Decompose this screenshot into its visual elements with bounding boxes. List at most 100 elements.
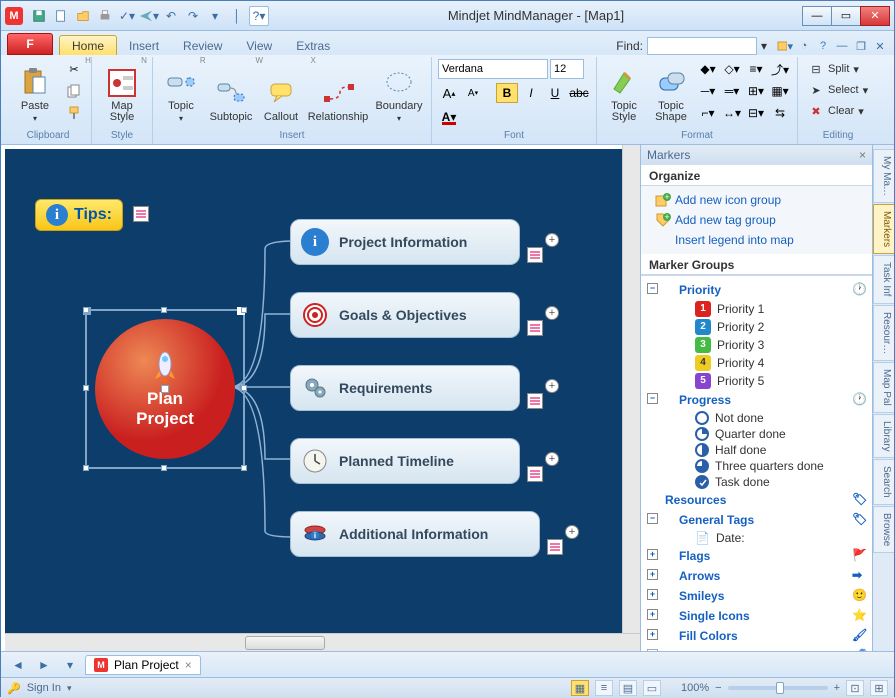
group-smileys[interactable]: +Smileys🙂 [645,586,868,606]
split-button[interactable]: ⊟Split ▾ [804,59,872,79]
nav-fwd-button[interactable]: ► [33,655,55,675]
topic-project-info[interactable]: i Project Information [290,219,520,265]
font-color-button[interactable]: A▾ [438,107,460,127]
undo-icon[interactable]: ↶ [161,6,181,26]
handle-se[interactable] [241,465,247,471]
boundary-button[interactable]: Boundary▾ [373,59,425,125]
sidetab-markers[interactable]: Markers [873,204,894,254]
sidetab-mapparts[interactable]: Map Pal [873,362,894,413]
bold-button[interactable]: B [496,83,518,103]
select-button[interactable]: ➤Select ▾ [804,80,872,100]
close-button[interactable]: ✕ [860,6,890,26]
signin-link[interactable]: Sign In [27,682,61,694]
sidetab-library[interactable]: Library [873,414,894,459]
minimize-button[interactable]: — [802,6,832,26]
size-icon[interactable]: ↔▾ [721,103,743,123]
expand-button[interactable]: + [545,379,559,393]
growth-icon[interactable]: ⤴▾ [769,59,791,79]
align-left-icon[interactable]: ≡▾ [745,59,767,79]
callout-button[interactable]: Callout [259,59,303,125]
expand-button[interactable]: + [545,233,559,247]
group-progress[interactable]: −Progress🕐 [645,390,868,410]
priority-2[interactable]: 2Priority 2 [645,318,868,336]
expand-icon[interactable]: + [647,589,658,600]
priority-1[interactable]: 1Priority 1 [645,300,868,318]
strike-button[interactable]: abc [568,83,590,103]
font-name-select[interactable] [438,59,548,79]
note-icon[interactable] [133,206,149,222]
save-icon[interactable] [29,6,49,26]
file-tab[interactable]: F [7,33,53,55]
insert-legend-link[interactable]: Insert legend into map [649,230,864,250]
doc-close-icon[interactable]: × [185,658,192,672]
vertical-scrollbar[interactable] [622,145,640,633]
fill-color-icon[interactable]: ◆▾ [697,59,719,79]
group-general[interactable]: −General Tags🏷 [645,510,868,530]
progress-0[interactable]: Not done [645,410,868,426]
sidetab-browse[interactable]: Browse [873,506,894,553]
note-icon[interactable] [527,393,543,409]
sidetab-task[interactable]: Task Inf [873,255,894,303]
help-icon[interactable]: ?▾ [249,6,269,26]
collapse-icon[interactable]: − [647,283,658,294]
scroll-thumb[interactable] [245,636,325,650]
tab-home[interactable]: HomeH [59,35,117,55]
note-icon[interactable] [547,539,563,555]
print-icon[interactable] [95,6,115,26]
add-icon-group-link[interactable]: +Add new icon group [649,190,864,210]
handle-e[interactable] [241,385,247,391]
redo-icon[interactable]: ↷ [183,6,203,26]
send-icon[interactable]: ▾ [139,6,159,26]
sidetab-search[interactable]: Search [873,459,894,505]
horizontal-scrollbar[interactable] [5,633,640,651]
tab-extras[interactable]: ExtrasX [284,36,342,55]
subtopic-button[interactable]: Subtopic [207,59,255,125]
note-icon[interactable] [527,320,543,336]
balance-icon[interactable]: ⇆ [769,103,791,123]
note-icon[interactable] [527,247,543,263]
progress-25[interactable]: Quarter done [645,426,868,442]
shrink-font-icon[interactable]: A▾ [462,83,484,103]
zoom-thumb[interactable] [776,682,784,694]
open-icon[interactable] [73,6,93,26]
connector-icon[interactable]: ⌐▾ [697,103,719,123]
expand-icon[interactable]: + [647,629,658,640]
group-single[interactable]: +Single Icons⭐ [645,606,868,626]
grow-font-icon[interactable]: A▴ [438,83,460,103]
view-gantt-button[interactable]: ▤ [619,680,637,696]
sidetab-mymaps[interactable]: My Ma… [873,149,894,203]
handle-s[interactable] [161,465,167,471]
group-fontcolor[interactable]: +Font Colors🖊 [645,646,868,651]
priority-3[interactable]: 3Priority 3 [645,336,868,354]
topic-style-button[interactable]: Topic Style [603,59,645,125]
group-resources[interactable]: Resources🏷 [645,490,868,510]
tab-view[interactable]: ViewW [234,36,284,55]
find-input[interactable] [647,37,757,55]
expand-icon[interactable]: + [647,649,658,651]
topic-requirements[interactable]: Requirements [290,365,520,411]
expand-icon[interactable]: + [647,609,658,620]
topic-timeline[interactable]: Planned Timeline [290,438,520,484]
progress-100[interactable]: Task done [645,474,868,490]
nav-back-button[interactable]: ◄ [7,655,29,675]
progress-50[interactable]: Half done [645,442,868,458]
topic-goals[interactable]: Goals & Objectives [290,292,520,338]
zoom-slider[interactable] [728,686,828,690]
line-style-icon[interactable]: ─▾ [697,81,719,101]
panel-close-icon[interactable]: × [859,148,866,162]
add-tag-group-link[interactable]: +Add new tag group [649,210,864,230]
underline-button[interactable]: U [544,83,566,103]
priority-4[interactable]: 4Priority 4 [645,354,868,372]
handle-sw[interactable] [83,465,89,471]
group-priority[interactable]: −Priority🕐 [645,280,868,300]
fit-page-button[interactable]: ⊞ [870,680,888,696]
map-style-button[interactable]: Map Style [98,59,146,125]
nav-menu-button[interactable]: ▾ [59,655,81,675]
handle-ne[interactable] [241,307,247,313]
view-map-button[interactable]: ▦ [571,680,589,696]
sidetab-resources[interactable]: Resour… [873,305,894,361]
tips-node[interactable]: i Tips: [35,199,123,231]
clear-button[interactable]: ✖Clear ▾ [804,101,872,121]
copy-icon[interactable] [63,81,85,101]
topic-button[interactable]: Topic▾ [159,59,203,125]
